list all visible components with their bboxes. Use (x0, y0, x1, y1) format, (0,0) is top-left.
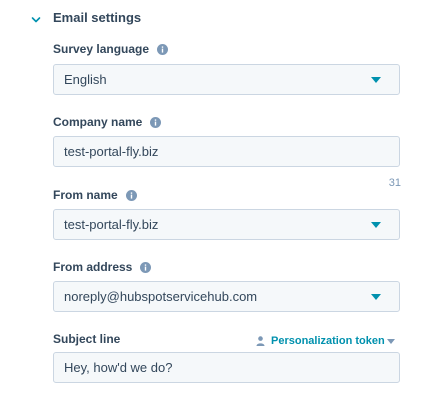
subject-line-input[interactable]: Hey, how'd we do? (53, 352, 400, 383)
company-name-value: test-portal-fly.biz (64, 144, 159, 159)
subject-line-value: Hey, how'd we do? (64, 360, 173, 375)
dropdown-caret-icon (371, 76, 381, 83)
company-name-label: Company name (53, 115, 143, 129)
email-settings-panel: Email settings Survey language English C… (0, 0, 447, 393)
from-name-label: From name (53, 188, 118, 202)
from-address-value: noreply@hubspotservicehub.com (64, 289, 258, 304)
company-name-input[interactable]: test-portal-fly.biz (53, 136, 400, 167)
section-title: Email settings (53, 9, 142, 25)
subject-line-label-row: Subject line (53, 331, 120, 347)
from-address-select[interactable]: noreply@hubspotservicehub.com (53, 281, 400, 312)
survey-language-label-row: Survey language (53, 41, 169, 57)
company-name-label-row: Company name (53, 114, 162, 130)
survey-language-select[interactable]: English (53, 64, 400, 95)
dropdown-caret-icon (371, 293, 381, 300)
person-icon (256, 336, 265, 346)
character-count: 31 (388, 177, 401, 189)
survey-language-value: English (64, 72, 107, 87)
from-name-select[interactable]: test-portal-fly.biz (53, 209, 400, 240)
personalization-token-label: Personalization token (271, 335, 385, 347)
email-settings-toggle[interactable]: Email settings (31, 9, 141, 25)
dropdown-caret-icon (386, 338, 395, 344)
dropdown-caret-icon (371, 221, 381, 228)
info-icon[interactable] (125, 189, 137, 201)
from-address-label-row: From address (53, 259, 152, 275)
info-icon[interactable] (157, 43, 169, 55)
personalization-token-link[interactable]: Personalization token (256, 334, 395, 348)
from-address-label: From address (53, 260, 133, 274)
from-name-value: test-portal-fly.biz (64, 217, 159, 232)
info-icon[interactable] (150, 116, 162, 128)
chevron-down-icon (31, 12, 41, 23)
info-icon[interactable] (140, 261, 152, 273)
from-name-label-row: From name (53, 187, 137, 203)
survey-language-label: Survey language (53, 42, 150, 56)
subject-line-label: Subject line (53, 332, 121, 346)
